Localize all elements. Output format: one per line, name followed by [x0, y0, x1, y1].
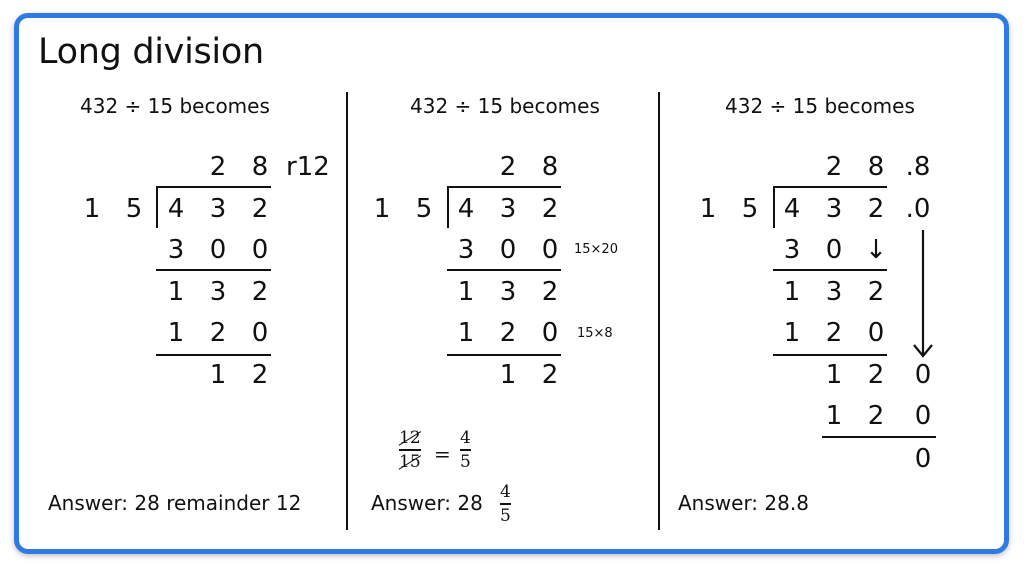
- answer-text: Answer: 28: [371, 491, 483, 515]
- step-digit: 1: [167, 318, 185, 348]
- struck-denominator: 15: [399, 451, 421, 472]
- quotient-digit: 2: [209, 152, 227, 182]
- step-digit: 2: [867, 277, 885, 307]
- numerator: 4: [500, 482, 511, 502]
- step-digit: 0: [825, 235, 843, 265]
- step-digit: 1: [167, 277, 185, 307]
- step-note: 15×20: [574, 242, 618, 257]
- panel-divider-2: [658, 92, 660, 530]
- step-digit: 0: [209, 235, 227, 265]
- step-digit: 1: [457, 318, 475, 348]
- dividend-digit: 2: [867, 194, 885, 224]
- step-digit: 0: [251, 318, 269, 348]
- step-digit: 3: [783, 235, 801, 265]
- dividend-digit: 3: [825, 194, 843, 224]
- answer-text: Answer: 28.8: [678, 491, 809, 515]
- divisor-digit: 5: [415, 194, 433, 224]
- remainder-label: r12: [286, 152, 330, 182]
- answer-text: Answer: 28 remainder 12: [48, 491, 302, 515]
- equals-sign: =: [434, 442, 451, 466]
- step-digit: 0: [867, 318, 885, 348]
- step-digit: 2: [209, 318, 227, 348]
- step-digit: 2: [825, 318, 843, 348]
- step-digit: 0: [914, 360, 932, 390]
- divisor-digit: 1: [699, 194, 717, 224]
- step-digit: 1: [209, 360, 227, 390]
- simplify-fraction-result: 4 5: [460, 428, 471, 472]
- step-digit: 2: [251, 277, 269, 307]
- step-digit: 2: [499, 318, 517, 348]
- dividend-decimal: .0: [905, 194, 931, 224]
- subtraction-line: [773, 354, 887, 356]
- step-digit: 2: [867, 401, 885, 431]
- quotient-digit: 2: [825, 152, 843, 182]
- dividend-digit: 4: [783, 194, 801, 224]
- step-digit: 2: [541, 360, 559, 390]
- struck-numerator: 12: [399, 428, 421, 448]
- fraction-bar: [460, 449, 471, 451]
- dividend-digit: 4: [167, 194, 185, 224]
- panel-divider-1: [346, 92, 348, 530]
- step-digit: 0: [914, 401, 932, 431]
- dividend-digit: 2: [541, 194, 559, 224]
- step-digit: 1: [499, 360, 517, 390]
- step-digit: 3: [499, 277, 517, 307]
- step-digit: 1: [457, 277, 475, 307]
- step-digit: 2: [541, 277, 559, 307]
- step-digit: 1: [825, 360, 843, 390]
- answer-fraction: 4 5: [500, 482, 511, 526]
- fraction-bar: [500, 503, 511, 505]
- denominator: 5: [500, 505, 511, 526]
- subtraction-line: [447, 269, 561, 271]
- panel-heading: 432 ÷ 15 becomes: [80, 94, 270, 118]
- step-digit: 0: [499, 235, 517, 265]
- dividend-digit: 3: [499, 194, 517, 224]
- page-title: Long division: [38, 32, 264, 72]
- division-bracket-top: [156, 186, 271, 188]
- step-digit: 0: [251, 235, 269, 265]
- subtraction-line: [156, 269, 271, 271]
- subtraction-line: [447, 354, 561, 356]
- step-digit: 1: [783, 318, 801, 348]
- subtraction-line: [156, 354, 271, 356]
- division-bracket-top: [447, 186, 561, 188]
- numerator: 4: [460, 428, 471, 448]
- division-bracket-top: [773, 186, 887, 188]
- divisor-digit: 1: [373, 194, 391, 224]
- quotient-digit: 8: [867, 152, 885, 182]
- step-digit: 3: [167, 235, 185, 265]
- step-note: 15×8: [577, 326, 613, 341]
- quotient-digit: 8: [251, 152, 269, 182]
- quotient-digit: 2: [499, 152, 517, 182]
- subtraction-line: [773, 269, 887, 271]
- divisor-digit: 5: [125, 194, 143, 224]
- quotient-digit: 8: [541, 152, 559, 182]
- step-digit: 1: [783, 277, 801, 307]
- denominator: 5: [460, 451, 471, 472]
- step-digit: 3: [825, 277, 843, 307]
- panel-heading: 432 ÷ 15 becomes: [725, 94, 915, 118]
- dividend-digit: 2: [251, 194, 269, 224]
- step-digit: 3: [457, 235, 475, 265]
- subtraction-line: [822, 436, 936, 438]
- step-digit: 0: [541, 235, 559, 265]
- long-bring-down-arrow-icon: [913, 230, 933, 358]
- step-digit: 1: [825, 401, 843, 431]
- dividend-digit: 4: [457, 194, 475, 224]
- step-digit: 0: [914, 444, 932, 474]
- step-digit: 2: [867, 360, 885, 390]
- divisor-digit: 5: [741, 194, 759, 224]
- step-digit: 0: [541, 318, 559, 348]
- simplify-fraction-original: 12 15: [399, 428, 421, 472]
- panel-heading: 432 ÷ 15 becomes: [410, 94, 600, 118]
- fraction-bar: [399, 449, 421, 451]
- step-digit: 2: [251, 360, 269, 390]
- step-digit: 3: [209, 277, 227, 307]
- quotient-decimal: .8: [905, 152, 931, 182]
- divisor-digit: 1: [83, 194, 101, 224]
- dividend-digit: 3: [209, 194, 227, 224]
- bring-down-arrow-icon: ↓: [865, 235, 887, 265]
